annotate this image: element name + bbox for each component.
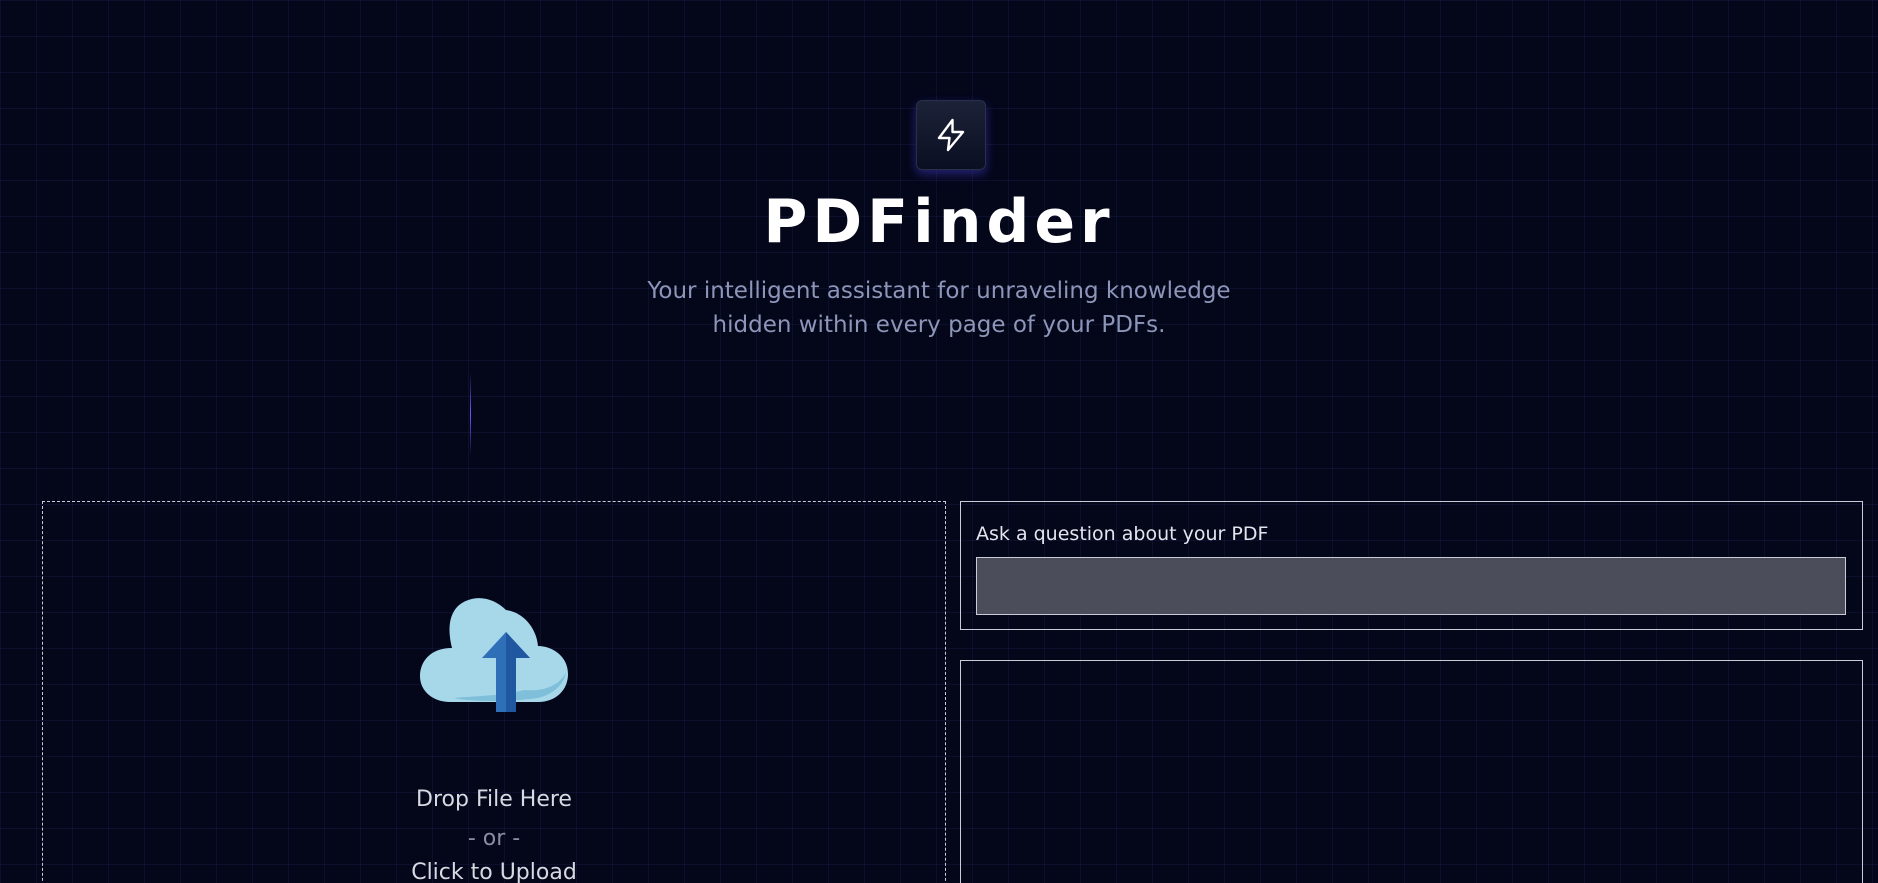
question-label: Ask a question about your PDF (976, 523, 1269, 545)
cloud-upload-icon (420, 598, 568, 712)
answer-output-panel (960, 660, 1863, 883)
question-input[interactable] (976, 557, 1846, 615)
question-panel: Ask a question about your PDF (960, 501, 1863, 630)
lightning-bolt-icon (937, 118, 965, 152)
click-to-upload-label[interactable]: Click to Upload (42, 858, 946, 883)
or-separator-label: - or - (467, 826, 521, 851)
app-tagline: Your intelligent assistant for unravelin… (647, 278, 1231, 338)
logo-badge (916, 100, 986, 170)
app-title: PDFinder (763, 187, 1115, 257)
drop-file-label: Drop File Here (416, 787, 572, 812)
accent-divider (470, 372, 471, 456)
